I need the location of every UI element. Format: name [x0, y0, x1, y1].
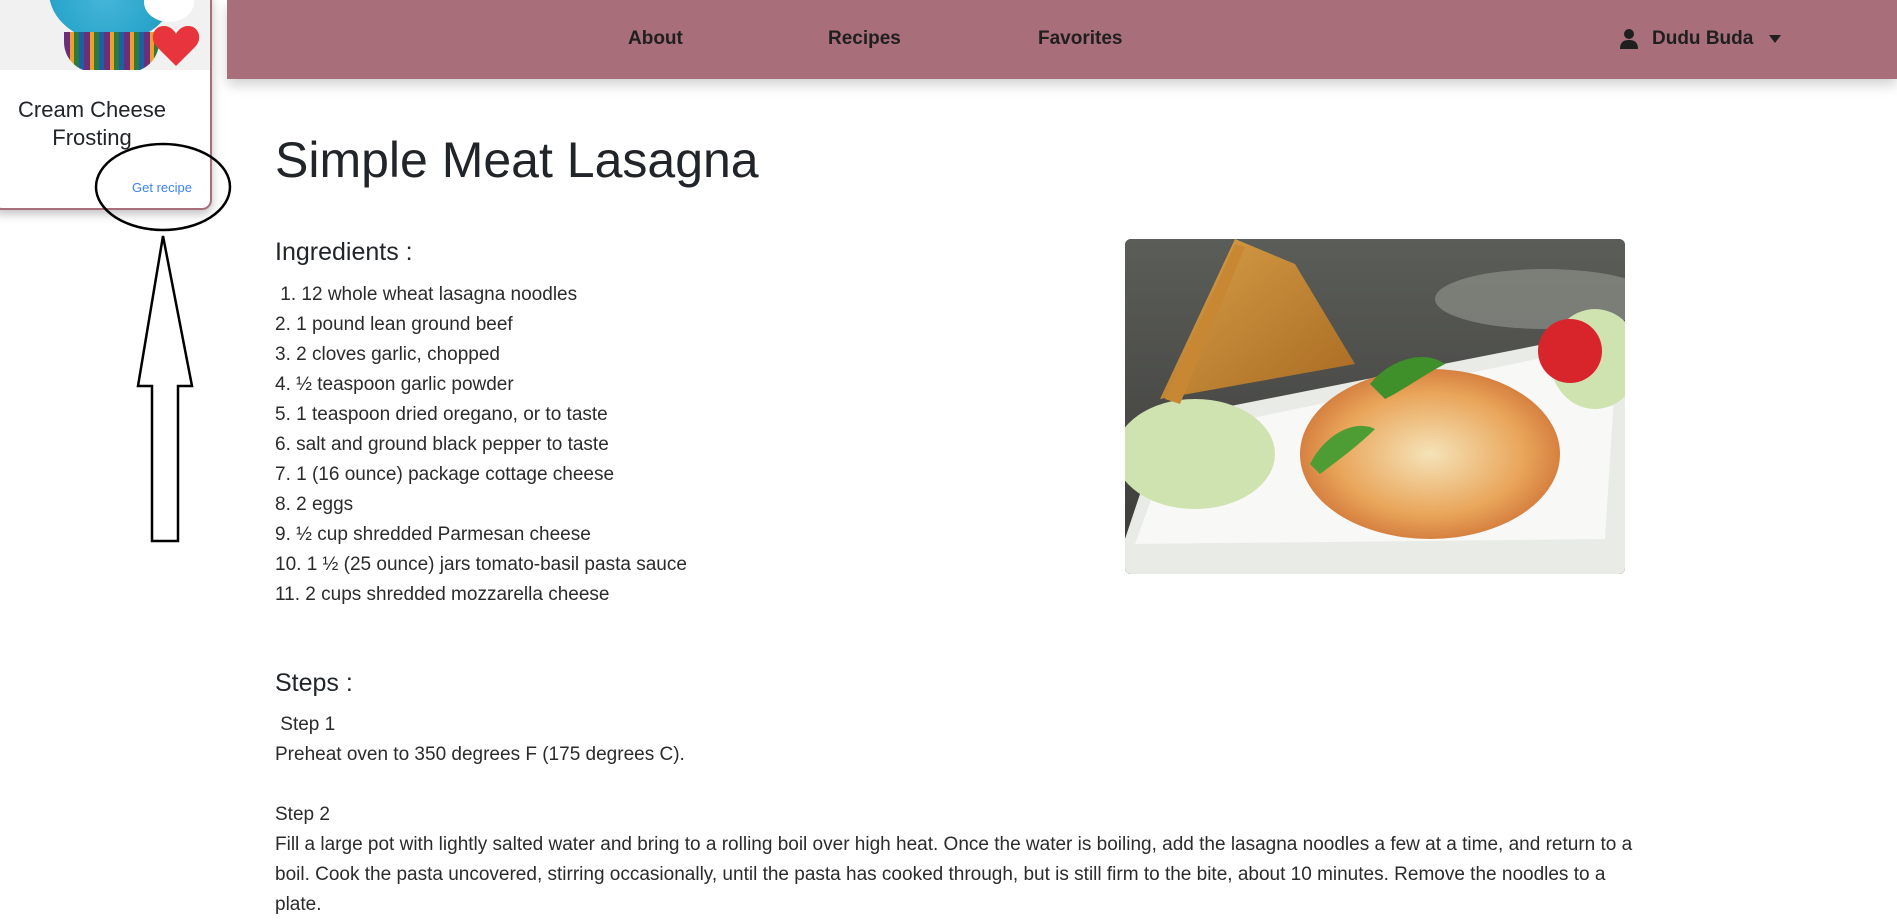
step-label: Step 2 — [275, 804, 330, 825]
ingredient-item: 5. 1 teaspoon dried oregano, or to taste — [275, 404, 608, 425]
lasagna-image — [1125, 239, 1625, 574]
user-icon — [1620, 29, 1638, 49]
caret-down-icon — [1769, 35, 1782, 43]
recipe-card-title: Cream Cheese Frosting — [18, 97, 166, 150]
nav-recipes-link[interactable]: Recipes — [828, 28, 901, 50]
steps-heading: Steps : — [275, 669, 353, 697]
top-navbar: About Recipes Favorites Dudu Buda — [227, 0, 1897, 79]
step-text: Fill a large pot with lightly salted wat… — [275, 834, 1633, 915]
get-recipe-link[interactable]: Get recipe — [132, 180, 192, 195]
step-label: Step 1 — [275, 714, 336, 735]
step-block: Step 1 Preheat oven to 350 degrees F (17… — [275, 710, 1655, 770]
ingredient-item: 6. salt and ground black pepper to taste — [275, 434, 609, 455]
step-text: Preheat oven to 350 degrees F (175 degre… — [275, 744, 685, 765]
ingredient-item: 2. 1 pound lean ground beef — [275, 314, 513, 335]
nav-about-link[interactable]: About — [628, 28, 683, 50]
ingredients-list: 1. 12 whole wheat lasagna noodles 2. 1 p… — [275, 280, 687, 610]
step-block: Step 2 Fill a large pot with lightly sal… — [275, 800, 1655, 920]
recipe-title: Simple Meat Lasagna — [275, 132, 759, 188]
recipe-photo — [1125, 239, 1625, 574]
ingredients-heading: Ingredients : — [275, 238, 413, 266]
recipe-card-image — [0, 0, 210, 70]
ingredient-item: 4. ½ teaspoon garlic powder — [275, 374, 514, 395]
cupcake-liner-shape — [64, 32, 159, 70]
ingredient-item: 10. 1 ½ (25 ounce) jars tomato-basil pas… — [275, 554, 687, 575]
nav-favorites-link[interactable]: Favorites — [1038, 28, 1122, 50]
annotation-arrow — [136, 235, 194, 543]
ingredient-item: 1. 12 whole wheat lasagna noodles — [275, 284, 578, 305]
recipe-card: Cream Cheese Frosting Get recipe — [0, 0, 212, 210]
ingredient-item: 9. ½ cup shredded Parmesan cheese — [275, 524, 591, 545]
user-name: Dudu Buda — [1652, 28, 1754, 49]
user-menu-dropdown[interactable]: Dudu Buda — [1620, 28, 1782, 50]
ingredient-item: 7. 1 (16 ounce) package cottage cheese — [275, 464, 615, 485]
ingredient-item: 3. 2 cloves garlic, chopped — [275, 344, 500, 365]
ingredient-item: 11. 2 cups shredded mozzarella cheese — [275, 584, 610, 605]
ingredient-item: 8. 2 eggs — [275, 494, 354, 515]
heart-icon[interactable] — [151, 22, 201, 68]
